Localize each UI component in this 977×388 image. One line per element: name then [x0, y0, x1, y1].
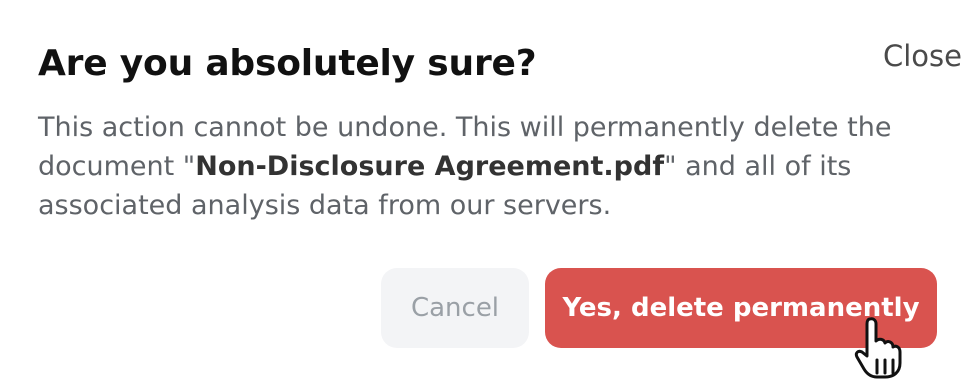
close-button[interactable]: Close	[883, 42, 962, 71]
dialog-description: This action cannot be undone. This will …	[38, 108, 938, 225]
cancel-button[interactable]: Cancel	[381, 268, 529, 348]
dialog-actions: Cancel Yes, delete permanently	[381, 268, 937, 348]
document-filename: Non-Disclosure Agreement.pdf	[195, 151, 665, 182]
delete-confirmation-dialog: Close Are you absolutely sure? This acti…	[0, 0, 977, 388]
dialog-title: Are you absolutely sure?	[38, 43, 537, 84]
delete-permanently-button[interactable]: Yes, delete permanently	[545, 268, 937, 348]
